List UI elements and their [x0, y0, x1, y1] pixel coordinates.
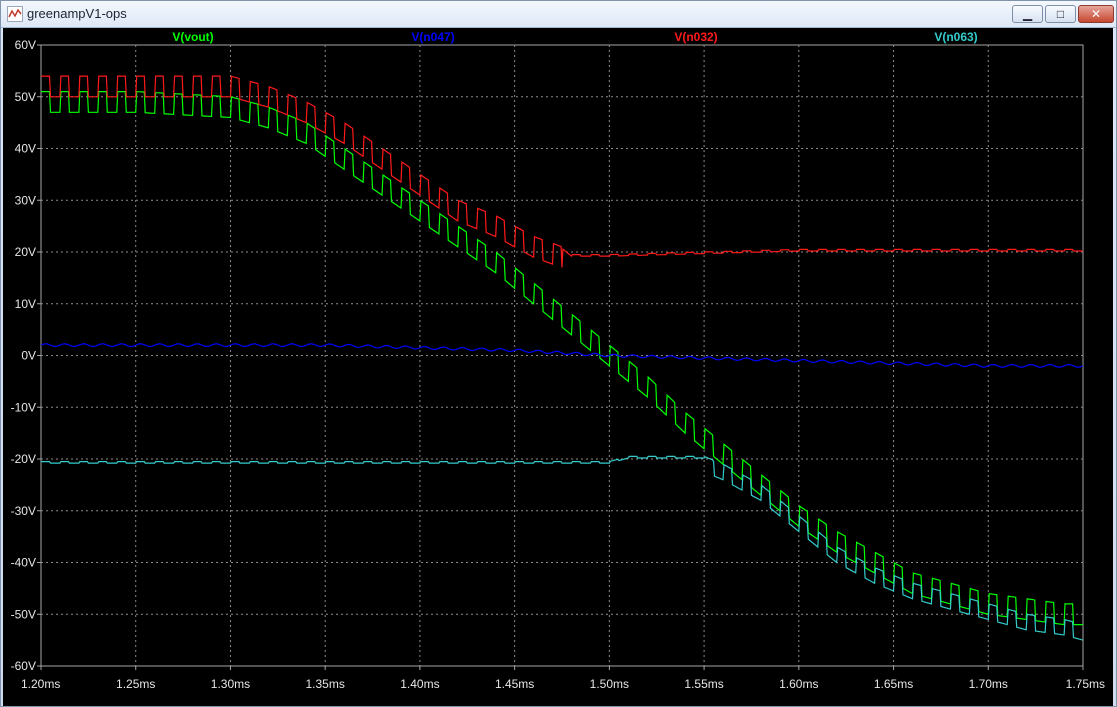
window-title: greenampV1-ops: [27, 6, 127, 21]
trace-vvout[interactable]: [41, 90, 1083, 626]
y-tick-label: 10V: [15, 297, 36, 311]
trace-layer: [40, 75, 1084, 641]
x-tick-label: 1.20ms: [21, 677, 60, 691]
x-tick-label: 1.45ms: [495, 677, 534, 691]
y-tick-label: -10V: [11, 400, 36, 414]
y-tick-label: 20V: [15, 245, 36, 259]
trace-label[interactable]: V(n047): [411, 30, 454, 44]
x-tick-label: 1.75ms: [1066, 677, 1105, 691]
waveform-plot-pane[interactable]: 60V 50V 40V 30V 20V 10V 0V -10V -20V -30V -40V -50V…: [3, 28, 1113, 706]
x-axis: 1.20ms 1.25ms 1.30ms 1.35ms 1.40ms 1.45ms 1.50…: [21, 677, 1105, 691]
trace-label[interactable]: V(n063): [934, 30, 977, 44]
x-tick-label: 1.50ms: [590, 677, 629, 691]
y-tick-label: -50V: [11, 607, 36, 621]
x-tick-label: 1.35ms: [306, 677, 345, 691]
trace-vn032[interactable]: [41, 75, 1083, 268]
y-tick-label: -20V: [11, 452, 36, 466]
waveform-chart[interactable]: 60V 50V 40V 30V 20V 10V 0V -10V -20V -30V -40V -50V…: [3, 28, 1113, 706]
waveform-app-icon: [7, 6, 23, 22]
trace-legend: V(vout) V(n047) V(n032) V(n063): [172, 30, 977, 44]
x-tick-label: 1.55ms: [684, 677, 723, 691]
trace-label[interactable]: V(n032): [674, 30, 717, 44]
close-icon: ✕: [1090, 7, 1102, 21]
x-tick-label: 1.70ms: [969, 677, 1008, 691]
x-tick-label: 1.30ms: [211, 677, 250, 691]
y-tick-label: 0V: [21, 349, 36, 363]
title-bar[interactable]: greenampV1-ops ▁ □ ✕: [1, 1, 1116, 28]
plot-window: greenampV1-ops ▁ □ ✕ 60V 50V 40V 30V 20V 10V 0…: [0, 0, 1117, 707]
trace-label[interactable]: V(vout): [172, 30, 213, 44]
trace-vn063[interactable]: [41, 455, 1084, 641]
close-button[interactable]: ✕: [1078, 5, 1114, 23]
maximize-button[interactable]: □: [1045, 5, 1076, 23]
minimize-button[interactable]: ▁: [1012, 5, 1043, 23]
y-tick-label: 60V: [15, 38, 36, 52]
x-tick-label: 1.40ms: [400, 677, 439, 691]
grid-layer: [37, 44, 1084, 670]
y-tick-label: 50V: [15, 90, 36, 104]
y-tick-label: -60V: [11, 659, 36, 673]
y-tick-label: -40V: [11, 556, 36, 570]
minimize-icon: ▁: [1022, 7, 1033, 21]
y-tick-label: -30V: [11, 504, 36, 518]
x-tick-label: 1.60ms: [779, 677, 818, 691]
y-tick-label: 40V: [15, 142, 36, 156]
x-tick-label: 1.65ms: [874, 677, 913, 691]
y-axis: 60V 50V 40V 30V 20V 10V 0V -10V -20V -30V -40V -50V…: [11, 38, 36, 673]
maximize-icon: □: [1056, 7, 1065, 21]
x-tick-label: 1.25ms: [116, 677, 155, 691]
y-tick-label: 30V: [15, 193, 36, 207]
